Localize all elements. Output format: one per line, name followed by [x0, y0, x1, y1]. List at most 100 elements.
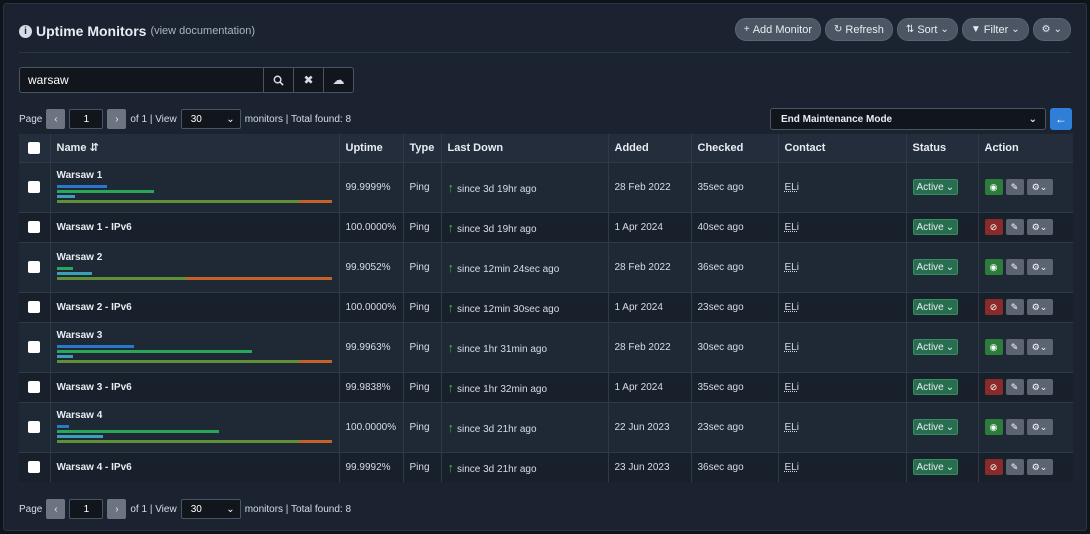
status-dropdown[interactable]: Active ⌄	[912, 219, 959, 235]
prev-page-button[interactable]: ‹	[46, 109, 66, 129]
filter-button[interactable]: ▼ Filter ⌄	[961, 18, 1029, 41]
row-checkbox[interactable]	[28, 461, 41, 474]
checked-cell: 35sec ago	[690, 161, 778, 212]
edit-button[interactable]: ✎	[1005, 419, 1024, 435]
view-disabled-button[interactable]: ⊘	[984, 459, 1003, 476]
status-dropdown[interactable]: Active ⌄	[912, 459, 959, 476]
monitor-name[interactable]: Warsaw 1	[57, 170, 333, 181]
next-page-button[interactable]: ›	[107, 109, 127, 129]
edit-button[interactable]: ✎	[1005, 339, 1024, 355]
row-settings-button[interactable]: ⚙⌄	[1026, 339, 1053, 355]
row-select-cell	[19, 241, 50, 292]
view-button[interactable]: ◉	[984, 419, 1003, 435]
uptime-cell: 99.9992%	[338, 451, 403, 482]
edit-button[interactable]: ✎	[1005, 219, 1024, 235]
page-number-input[interactable]: 1	[69, 109, 104, 129]
add-monitor-label: Add Monitor	[752, 23, 812, 36]
monitor-name[interactable]: Warsaw 3 - IPv6	[57, 382, 333, 393]
view-button[interactable]: ◉	[984, 339, 1003, 355]
refresh-button[interactable]: ↻ Refresh	[825, 18, 893, 41]
contact-link[interactable]: ELi	[785, 222, 799, 233]
row-settings-button[interactable]: ⚙⌄	[1026, 459, 1053, 476]
search-button[interactable]	[264, 67, 294, 93]
filter-label: Filter	[983, 23, 1009, 36]
edit-button[interactable]: ✎	[1005, 379, 1024, 395]
pencil-icon: ✎	[1010, 301, 1019, 312]
arrow-up-icon: ↑	[447, 379, 455, 395]
maintenance-mode-value: End Maintenance Mode	[781, 113, 893, 125]
contact-link[interactable]: ELi	[785, 262, 799, 273]
arrow-up-icon: ↑	[447, 259, 455, 275]
contact-link[interactable]: ELi	[785, 342, 799, 353]
monitor-name[interactable]: Warsaw 2 - IPv6	[57, 302, 333, 313]
page-number-input[interactable]: 1	[69, 499, 104, 519]
cloud-button[interactable]: ☁	[324, 67, 354, 93]
view-button[interactable]: ◉	[984, 179, 1003, 195]
status-dropdown[interactable]: Active ⌄	[912, 179, 959, 195]
status-value: Active	[916, 181, 944, 193]
row-settings-button[interactable]: ⚙⌄	[1026, 179, 1053, 195]
row-checkbox[interactable]	[28, 381, 41, 393]
view-disabled-button[interactable]: ⊘	[984, 219, 1003, 235]
info-icon: i	[19, 24, 32, 38]
row-checkbox[interactable]	[28, 421, 41, 433]
sort-button[interactable]: ⇅ Sort ⌄	[896, 18, 958, 41]
eye-icon: ◉	[989, 421, 998, 432]
row-checkbox[interactable]	[28, 301, 41, 313]
last-down-cell: ↑ since 3d 21hr ago	[440, 451, 608, 482]
status-dropdown[interactable]: Active ⌄	[912, 379, 959, 395]
row-settings-button[interactable]: ⚙⌄	[1026, 259, 1053, 275]
search-input[interactable]: warsaw	[19, 67, 264, 93]
contact-link[interactable]: ELi	[785, 382, 799, 393]
row-checkbox[interactable]	[28, 181, 41, 193]
status-dropdown[interactable]: Active ⌄	[912, 259, 959, 275]
contact-link[interactable]: ELi	[785, 182, 799, 193]
table-row: Warsaw 3 99.9963% Ping ↑ since 1hr 31min …	[19, 321, 1073, 372]
row-checkbox[interactable]	[28, 221, 41, 233]
maintenance-apply-button[interactable]: ←	[1050, 108, 1072, 130]
add-monitor-button[interactable]: + Add Monitor	[734, 18, 821, 41]
last-down-cell: ↑ since 1hr 32min ago	[440, 371, 608, 402]
contact-link[interactable]: ELi	[785, 462, 799, 473]
settings-button[interactable]: ⚙ ⌄	[1032, 18, 1071, 41]
contact-link[interactable]: ELi	[785, 422, 799, 433]
row-settings-button[interactable]: ⚙⌄	[1026, 219, 1053, 235]
type-cell: Ping	[402, 291, 441, 322]
clear-search-button[interactable]: ✖	[294, 67, 324, 93]
status-dropdown[interactable]: Active ⌄	[912, 339, 959, 355]
view-button[interactable]: ◉	[984, 259, 1003, 275]
view-disabled-button[interactable]: ⊘	[984, 379, 1003, 395]
select-all-checkbox[interactable]	[28, 141, 41, 154]
status-cell: Active ⌄	[905, 161, 978, 212]
maintenance-mode-select[interactable]: End Maintenance Mode ⌄	[770, 108, 1046, 130]
monitor-name[interactable]: Warsaw 3	[57, 330, 333, 341]
column-name[interactable]: Name ⇵	[49, 134, 339, 162]
refresh-label: Refresh	[845, 23, 884, 36]
edit-button[interactable]: ✎	[1005, 459, 1024, 476]
row-settings-button[interactable]: ⚙⌄	[1026, 299, 1053, 315]
row-settings-button[interactable]: ⚙⌄	[1026, 379, 1053, 395]
total-found-label: monitors | Total found: 8	[244, 503, 352, 515]
row-checkbox[interactable]	[28, 261, 41, 273]
next-page-button[interactable]: ›	[107, 499, 127, 519]
page-title: Uptime Monitors	[36, 23, 147, 39]
edit-button[interactable]: ✎	[1005, 299, 1024, 315]
monitor-name[interactable]: Warsaw 4	[57, 410, 333, 421]
monitor-name[interactable]: Warsaw 4 - IPv6	[57, 462, 333, 473]
plus-icon: +	[743, 24, 750, 35]
per-page-select[interactable]: 30 ⌄	[180, 109, 241, 129]
edit-button[interactable]: ✎	[1005, 179, 1024, 195]
per-page-select[interactable]: 30 ⌄	[180, 499, 241, 519]
edit-button[interactable]: ✎	[1005, 259, 1024, 275]
view-disabled-button[interactable]: ⊘	[984, 299, 1003, 315]
row-settings-button[interactable]: ⚙⌄	[1026, 419, 1053, 435]
chevron-down-icon: ⌄	[945, 301, 955, 313]
monitor-name[interactable]: Warsaw 2	[57, 252, 333, 263]
monitor-name[interactable]: Warsaw 1 - IPv6	[57, 222, 333, 233]
status-dropdown[interactable]: Active ⌄	[912, 419, 959, 435]
documentation-link[interactable]: (view documentation)	[150, 25, 255, 37]
status-dropdown[interactable]: Active ⌄	[912, 299, 959, 315]
row-checkbox[interactable]	[28, 341, 41, 353]
prev-page-button[interactable]: ‹	[46, 499, 66, 519]
contact-link[interactable]: ELi	[785, 302, 799, 313]
